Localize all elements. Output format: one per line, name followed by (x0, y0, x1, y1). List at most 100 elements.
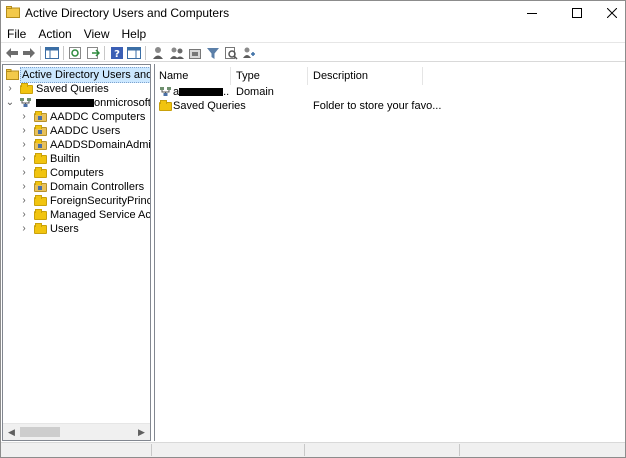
list-cell-name: a.. (173, 85, 229, 99)
tree-item-label: Builtin (50, 153, 80, 165)
title-bar[interactable]: Active Directory Users and Computers (1, 1, 625, 24)
find-button[interactable] (223, 45, 239, 61)
expand-chevron-icon[interactable]: › (19, 152, 29, 166)
back-arrow-icon (6, 48, 18, 58)
menu-bar: File Action View Help (1, 25, 625, 42)
close-icon (607, 7, 617, 18)
ou-folder-icon (34, 111, 47, 122)
forward-arrow-icon (23, 48, 35, 58)
expand-chevron-icon[interactable]: › (19, 194, 29, 208)
horizontal-scrollbar[interactable]: ◀ ▶ (3, 423, 150, 440)
tree-item-users[interactable]: › Users (3, 222, 150, 236)
toolbar-separator (40, 46, 41, 60)
close-button[interactable] (599, 1, 625, 24)
new-user-icon (153, 47, 163, 59)
tree-item-label: Domain Controllers (50, 181, 145, 193)
filter-button[interactable] (205, 45, 221, 61)
tree-item-managed-service-accounts[interactable]: › Managed Service Accour (3, 208, 150, 222)
column-header-description[interactable]: Description (309, 67, 423, 85)
scroll-right-arrow-icon[interactable]: ▶ (133, 424, 150, 440)
new-group-icon (170, 47, 184, 59)
collapse-chevron-icon[interactable]: ⌄ (5, 96, 15, 110)
list-row-saved-queries[interactable]: Saved Queries Folder to store your favo.… (155, 99, 625, 113)
tree-item-saved-queries[interactable]: › Saved Queries (3, 82, 150, 96)
status-divider (304, 444, 305, 456)
refresh-icon (69, 47, 81, 59)
tree-item-computers[interactable]: › Computers (3, 166, 150, 180)
minimize-button[interactable] (509, 1, 555, 24)
redacted-text (36, 99, 94, 108)
expand-chevron-icon[interactable]: › (19, 208, 29, 222)
column-header-name[interactable]: Name (155, 67, 231, 85)
add-to-group-button[interactable] (241, 45, 257, 61)
export-list-button[interactable] (85, 45, 101, 61)
menu-view[interactable]: View (78, 25, 116, 42)
scroll-thumb[interactable] (20, 427, 60, 437)
scroll-left-arrow-icon[interactable]: ◀ (3, 424, 20, 440)
folder-icon (34, 195, 47, 206)
tree-item-label: AADDC Computers (50, 111, 146, 123)
expand-chevron-icon[interactable]: › (19, 124, 29, 138)
svg-text:?: ? (114, 49, 120, 60)
tree-item-domain-controllers[interactable]: › Domain Controllers (3, 180, 150, 194)
name-suffix-text: .. (223, 86, 230, 98)
help-button[interactable]: ? (109, 45, 125, 61)
tree-item-label: Users (50, 223, 79, 235)
menu-action[interactable]: Action (32, 25, 77, 42)
tree-root[interactable]: Active Directory Users and Com (3, 67, 150, 83)
domain-icon (20, 98, 31, 107)
menu-file[interactable]: File (1, 25, 32, 42)
tree-item-aaddsdomainadmin[interactable]: › AADDSDomainAdmin (3, 138, 150, 152)
tree-item-domain[interactable]: ⌄ onmicrosoft (3, 96, 150, 110)
domain-suffix-text: onmicrosoft (94, 97, 151, 109)
menu-help[interactable]: Help (116, 25, 153, 42)
tree-item-aaddc-users[interactable]: › AADDC Users (3, 124, 150, 138)
refresh-button[interactable] (67, 45, 83, 61)
list-cell-description: Folder to store your favo... (313, 100, 442, 112)
folder-icon (34, 209, 47, 220)
folder-icon (34, 153, 47, 164)
expand-chevron-icon[interactable]: › (19, 138, 29, 152)
forward-button[interactable] (21, 45, 37, 61)
toolbar-separator (104, 46, 105, 60)
tree-item-foreign-security-principals[interactable]: › ForeignSecurityPrincipals (3, 194, 150, 208)
find-icon (225, 47, 238, 60)
list-row-domain[interactable]: a.. Domain (155, 85, 625, 99)
new-ou-button[interactable] (187, 45, 203, 61)
expand-chevron-icon[interactable]: › (19, 110, 29, 124)
domain-icon (160, 87, 171, 96)
status-divider (151, 444, 152, 456)
results-pane[interactable]: Name Type Description a.. Domain Saved Q… (154, 64, 625, 441)
show-console-tree-icon (45, 47, 59, 59)
expand-chevron-icon[interactable]: › (19, 222, 29, 236)
tree-root-label: Active Directory Users and Com (20, 67, 150, 83)
tree-item-builtin[interactable]: › Builtin (3, 152, 150, 166)
column-header-type[interactable]: Type (232, 67, 308, 85)
new-user-button[interactable] (151, 45, 167, 61)
expand-chevron-icon[interactable]: › (19, 180, 29, 194)
expand-chevron-icon[interactable]: › (19, 166, 29, 180)
aduc-app-icon (6, 6, 20, 18)
show-action-pane-icon (127, 47, 141, 59)
window-title: Active Directory Users and Computers (25, 6, 230, 20)
tree-item-label: AADDSDomainAdmin (50, 139, 151, 151)
help-icon: ? (111, 47, 123, 60)
folder-icon (159, 100, 172, 111)
tree-item-aaddc-computers[interactable]: › AADDC Computers (3, 110, 150, 124)
status-bar (1, 442, 625, 457)
tree-item-label: Managed Service Accour (50, 209, 151, 221)
back-button[interactable] (4, 45, 20, 61)
maximize-button[interactable] (554, 1, 600, 24)
tree-item-domain-label: onmicrosoft (36, 96, 151, 110)
export-list-icon (87, 47, 100, 59)
new-ou-icon (189, 49, 201, 59)
toolbar-separator (145, 46, 146, 60)
show-console-tree-button[interactable] (44, 45, 60, 61)
expand-chevron-icon[interactable]: › (5, 82, 15, 96)
show-action-pane-button[interactable] (126, 45, 142, 61)
add-to-group-icon (243, 47, 255, 58)
console-tree-pane[interactable]: Active Directory Users and Com › Saved Q… (2, 64, 151, 441)
folder-icon (34, 167, 47, 178)
new-group-button[interactable] (169, 45, 185, 61)
ou-folder-icon (34, 181, 47, 192)
